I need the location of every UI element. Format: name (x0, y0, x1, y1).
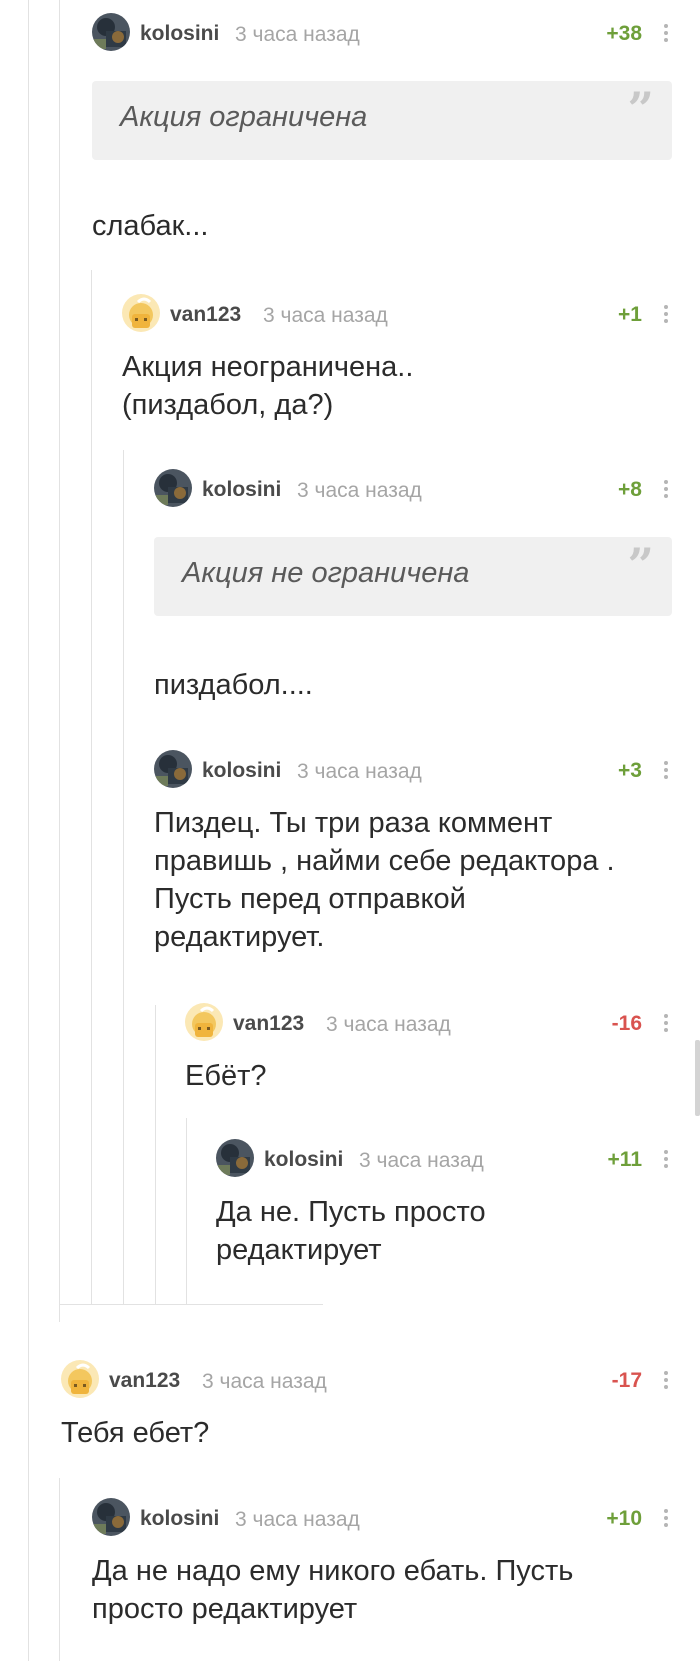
comment-time[interactable]: 3 часа назад (235, 1508, 360, 1532)
comment-time[interactable]: 3 часа назад (297, 760, 422, 784)
comment-quote: Акция не ограничена ” (154, 537, 672, 616)
comment-header: van123 3 часа назад -16 (185, 1003, 672, 1043)
kolosini-avatar[interactable] (154, 469, 192, 507)
thread-line (59, 1478, 60, 1661)
comment-text: Тебя ебет? (61, 1417, 210, 1449)
comment-rating: +3 (618, 759, 642, 782)
comment-author[interactable]: van123 (233, 1012, 304, 1036)
comment-text: Да не надо ему никого ебать. Пусть прост… (92, 1555, 574, 1625)
comment: kolosini 3 часа назад +3 Пиздец. Ты три … (154, 750, 672, 956)
comment: kolosini 3 часа назад +11 Да не. Пусть п… (216, 1139, 672, 1269)
scrollbar[interactable] (695, 1040, 700, 1116)
comment-time[interactable]: 3 часа назад (263, 304, 388, 328)
comment-header: kolosini 3 часа назад +8 (154, 469, 672, 509)
quote-icon: ” (627, 538, 654, 592)
comment: kolosini 3 часа назад +38 (92, 13, 672, 53)
more-options-icon[interactable] (660, 758, 672, 782)
kolosini-avatar[interactable] (216, 1139, 254, 1177)
quote-text: Акция ограничена (120, 101, 368, 133)
comment-text: Ебёт? (185, 1060, 267, 1092)
quote-text: Акция не ограничена (182, 557, 470, 589)
comment-time[interactable]: 3 часа назад (359, 1149, 484, 1173)
comment-rating: -17 (611, 1369, 642, 1392)
van123-avatar[interactable] (185, 1003, 223, 1041)
thread-line (155, 1005, 156, 1305)
comment-author[interactable]: kolosini (140, 1507, 219, 1531)
comment: kolosini 3 часа назад +8 (154, 469, 672, 509)
comment-header: kolosini 3 часа назад +3 (154, 750, 672, 790)
kolosini-avatar[interactable] (92, 13, 130, 51)
comment-time[interactable]: 3 часа назад (235, 23, 360, 47)
more-options-icon[interactable] (660, 1506, 672, 1530)
more-options-icon[interactable] (660, 1147, 672, 1171)
comment-author[interactable]: kolosini (202, 478, 281, 502)
comment-quote: Акция ограничена ” (92, 81, 672, 160)
comment-author[interactable]: kolosini (202, 759, 281, 783)
comment-rating: +8 (618, 478, 642, 501)
comment-author[interactable]: kolosini (264, 1148, 343, 1172)
comment-author[interactable]: van123 (170, 303, 241, 327)
comment: kolosini 3 часа назад +10 Да не надо ему… (92, 1498, 672, 1628)
comment-time[interactable]: 3 часа назад (297, 479, 422, 503)
more-options-icon[interactable] (660, 1368, 672, 1392)
comment-rating: +10 (606, 1507, 642, 1530)
comment-text: Пиздец. Ты три раза коммент правишь , на… (154, 807, 615, 953)
van123-avatar[interactable] (122, 294, 160, 332)
comment: van123 3 часа назад -17 Тебя ебет? (61, 1360, 672, 1452)
more-options-icon[interactable] (660, 302, 672, 326)
comment-header: van123 3 часа назад -17 (61, 1360, 672, 1400)
comment-rating: +1 (618, 303, 642, 326)
more-options-icon[interactable] (660, 21, 672, 45)
comment-header: kolosini 3 часа назад +38 (92, 13, 672, 53)
comment-header: van123 3 часа назад +1 (122, 294, 672, 334)
comment-text: Да не. Пусть просто редактирует (216, 1196, 486, 1266)
thread-line (123, 450, 124, 1305)
comment: van123 3 часа назад -16 Ебёт? (185, 1003, 672, 1095)
comment-text: пиздабол.... (154, 669, 313, 701)
comment-rating: +38 (606, 22, 642, 45)
comment: van123 3 часа назад +1 Акция неограничен… (122, 294, 672, 424)
thread-divider (59, 1304, 323, 1305)
comment-rating: -16 (611, 1012, 642, 1035)
kolosini-avatar[interactable] (154, 750, 192, 788)
comment-author[interactable]: kolosini (140, 22, 219, 46)
van123-avatar[interactable] (61, 1360, 99, 1398)
thread-line (91, 270, 92, 1304)
comment-time[interactable]: 3 часа назад (326, 1013, 451, 1037)
comment-time[interactable]: 3 часа назад (202, 1370, 327, 1394)
thread-line (59, 0, 60, 1322)
thread-line (186, 1118, 187, 1305)
comment-text: Акция неограничена.. (пиздабол, да?) (122, 351, 414, 421)
more-options-icon[interactable] (660, 477, 672, 501)
comment-rating: +11 (607, 1148, 642, 1171)
comment-author[interactable]: van123 (109, 1369, 180, 1393)
comment-header: kolosini 3 часа назад +10 (92, 1498, 672, 1538)
comment-header: kolosini 3 часа назад +11 (216, 1139, 672, 1179)
quote-icon: ” (627, 82, 654, 136)
kolosini-avatar[interactable] (92, 1498, 130, 1536)
comment-text: слабак... (92, 210, 209, 242)
thread-line (28, 0, 29, 1661)
more-options-icon[interactable] (660, 1011, 672, 1035)
